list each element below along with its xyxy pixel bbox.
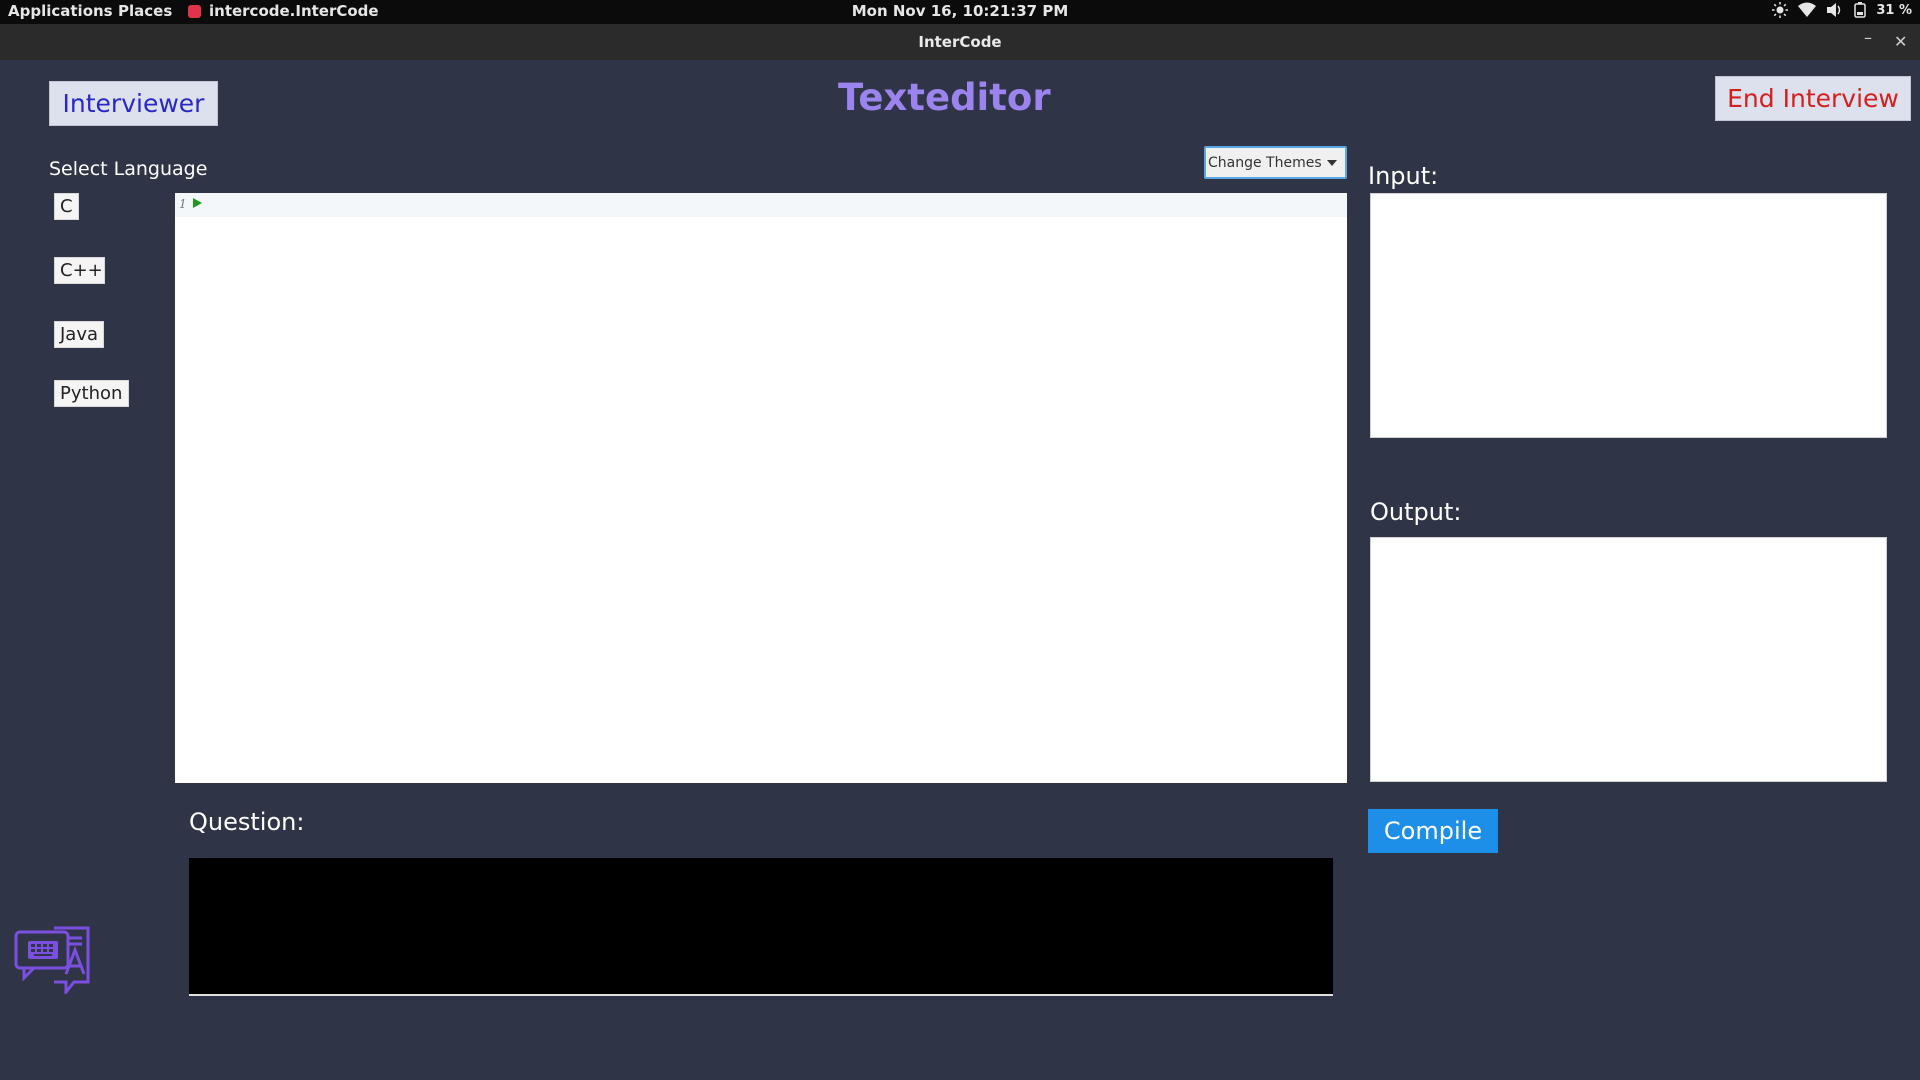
select-language-label: Select Language (49, 158, 208, 180)
chevron-down-icon (1327, 160, 1337, 166)
brightness-icon (1772, 2, 1789, 18)
input-label: Input: (1368, 162, 1439, 190)
system-top-bar: Applications Places intercode.InterCode … (0, 0, 1920, 24)
line-number: 1 (179, 197, 187, 211)
keyboard-chat-logo-icon[interactable] (14, 926, 92, 994)
system-tray[interactable]: 31 % (1772, 2, 1912, 18)
end-interview-button[interactable]: End Interview (1715, 76, 1911, 121)
battery-percent: 31 % (1876, 2, 1912, 18)
language-python-button[interactable]: Python (54, 380, 129, 407)
language-java-button[interactable]: Java (54, 321, 104, 348)
input-textarea[interactable] (1370, 193, 1887, 438)
change-themes-dropdown[interactable]: Change Themes (1204, 146, 1347, 179)
clock[interactable]: Mon Nov 16, 10:21:37 PM (0, 2, 1920, 20)
change-themes-label: Change Themes (1208, 154, 1322, 171)
window-title: InterCode (918, 33, 1002, 51)
wifi-icon (1798, 2, 1817, 17)
window-title-bar: InterCode – ✕ (0, 24, 1920, 60)
volume-icon (1827, 3, 1841, 17)
question-label: Question: (189, 808, 305, 836)
code-editor[interactable]: 1 (175, 193, 1347, 783)
compile-button[interactable]: Compile (1368, 809, 1498, 853)
output-label: Output: (1370, 498, 1462, 526)
question-box (189, 858, 1333, 996)
interviewer-button[interactable]: Interviewer (49, 81, 218, 126)
editor-active-line (175, 193, 1347, 217)
language-c-button[interactable]: C (54, 193, 79, 220)
fold-arrow-icon[interactable] (193, 198, 202, 208)
output-textarea[interactable] (1370, 537, 1887, 782)
language-cpp-button[interactable]: C++ (54, 257, 105, 284)
battery-icon (1854, 2, 1867, 18)
app-body: Interviewer Texteditor End Interview Sel… (0, 60, 1920, 1080)
page-title: Texteditor (838, 76, 1051, 119)
minimize-button[interactable]: – (1864, 28, 1872, 47)
close-window-button[interactable]: ✕ (1894, 32, 1907, 51)
